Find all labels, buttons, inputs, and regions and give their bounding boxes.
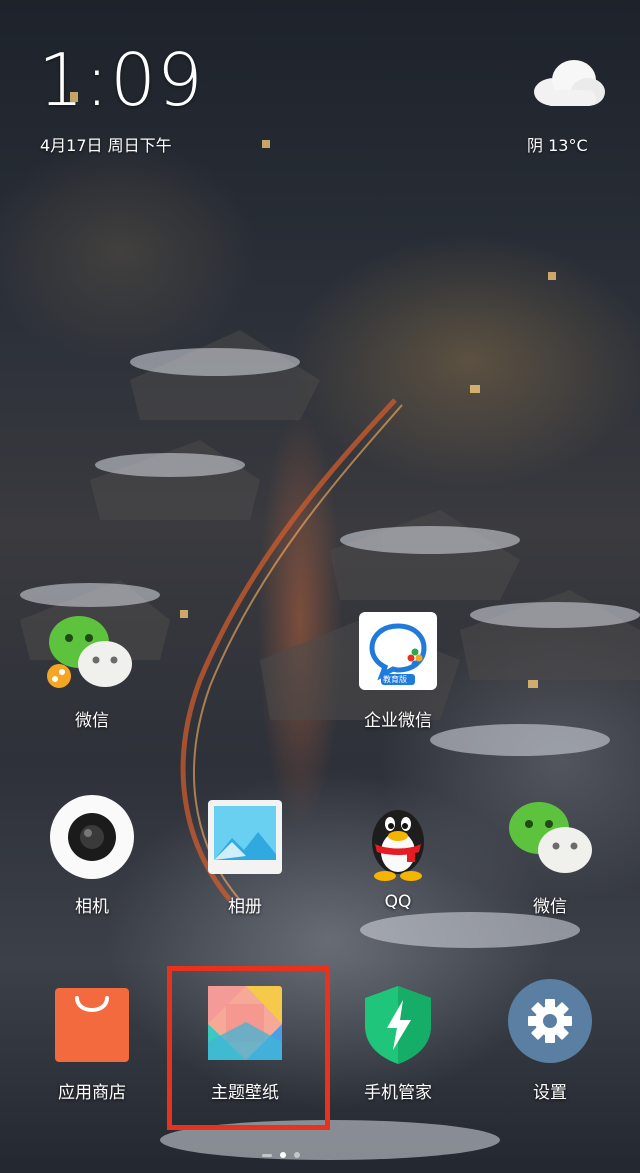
edu-badge: 教育版 <box>383 675 407 684</box>
app-qq[interactable]: QQ <box>338 798 458 912</box>
app-label: 企业微信 <box>364 711 432 731</box>
app-wechat[interactable]: 微信 <box>490 798 610 917</box>
camera-icon <box>50 795 134 879</box>
app-label: 相机 <box>75 897 109 917</box>
wechat-icon <box>47 612 132 690</box>
shield-lightning-icon <box>359 984 437 1064</box>
app-camera[interactable]: 相机 <box>32 795 152 917</box>
app-label: QQ <box>384 892 412 912</box>
app-label: 相册 <box>228 897 262 917</box>
app-label: 微信 <box>533 897 567 917</box>
shopping-bag-icon <box>53 984 131 1062</box>
app-gallery[interactable]: 相册 <box>185 798 305 917</box>
gear-icon <box>508 979 592 1063</box>
highlight-box <box>167 966 330 1130</box>
app-wechat[interactable]: 微信 <box>32 612 152 731</box>
qq-penguin-icon <box>359 798 437 881</box>
page-dot[interactable] <box>262 1153 272 1157</box>
app-appstore[interactable]: 应用商店 <box>32 984 152 1103</box>
date-label: 4月17日 周日下午 <box>40 136 172 155</box>
app-label: 应用商店 <box>58 1083 126 1103</box>
page-dot-active[interactable] <box>280 1152 286 1158</box>
cloud-icon[interactable] <box>530 56 606 108</box>
gallery-icon <box>206 798 284 876</box>
wework-icon: 教育版 <box>359 612 437 690</box>
page-indicator[interactable] <box>262 1152 300 1158</box>
app-label: 设置 <box>533 1083 567 1103</box>
weather-label: 阴 13°C <box>527 136 588 155</box>
app-label: 微信 <box>75 711 109 731</box>
app-settings[interactable]: 设置 <box>490 979 610 1103</box>
app-security[interactable]: 手机管家 <box>338 984 458 1103</box>
page-dot[interactable] <box>294 1152 300 1158</box>
app-wework[interactable]: 教育版 企业微信 <box>338 612 458 731</box>
wechat-icon <box>509 798 592 876</box>
clock-time[interactable]: 1:09 <box>38 44 204 116</box>
app-label: 手机管家 <box>364 1083 432 1103</box>
